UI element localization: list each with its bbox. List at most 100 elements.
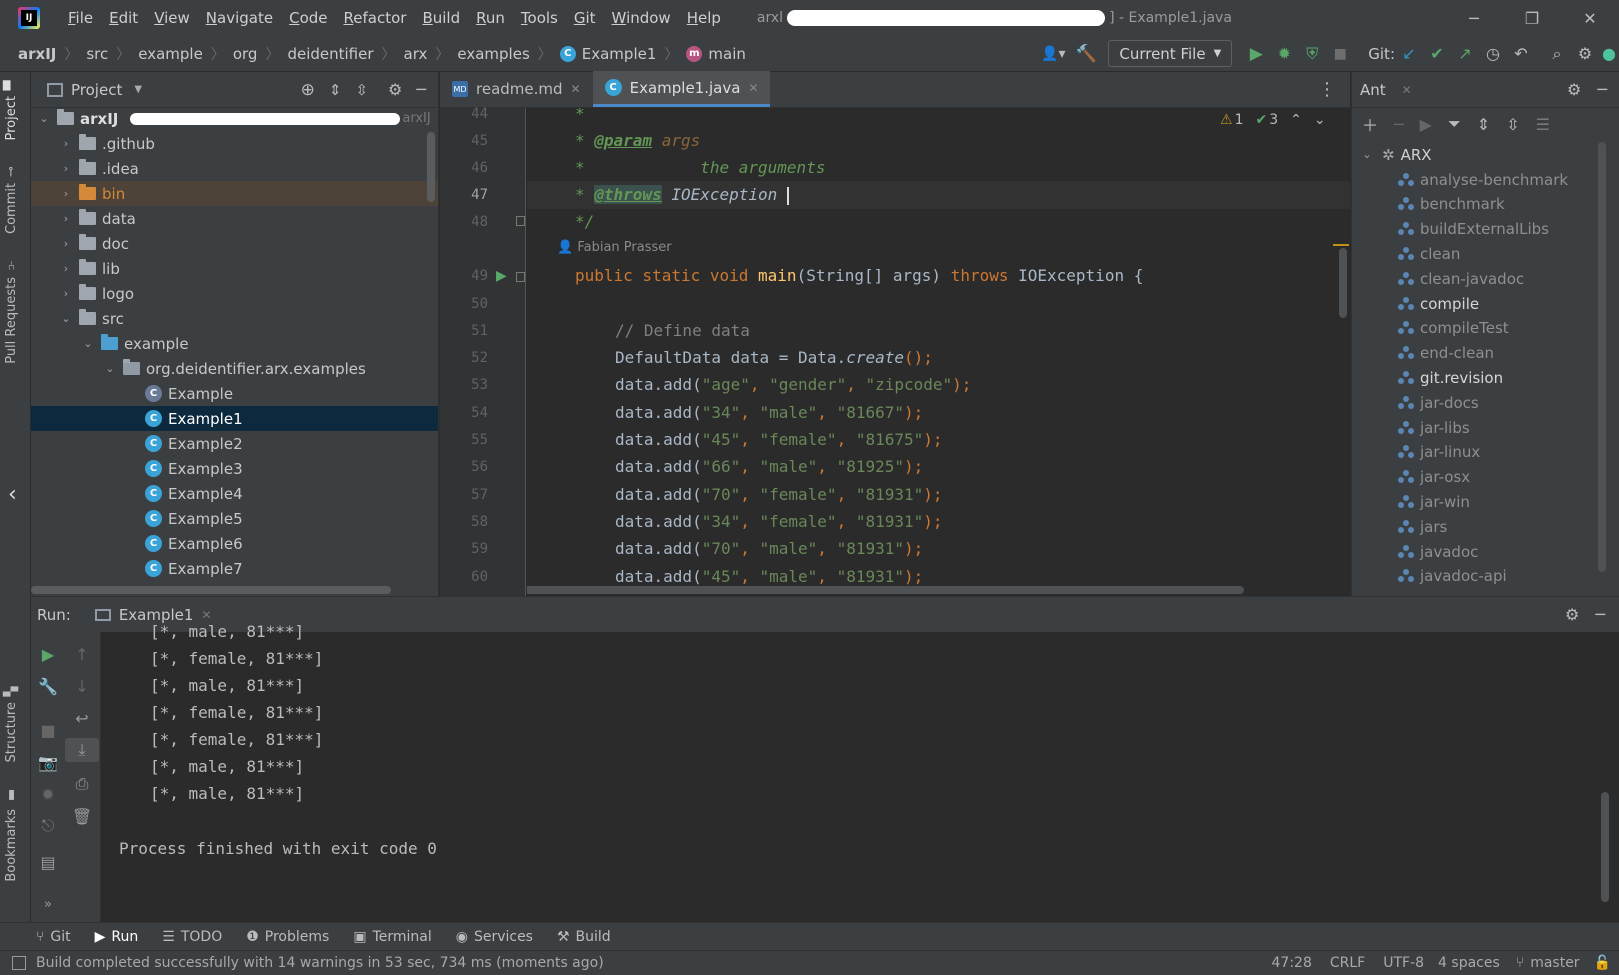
more-options-icon[interactable]: ⋮: [1318, 71, 1350, 107]
vertical-scrollbar[interactable]: [1598, 142, 1606, 572]
rollback-icon[interactable]: ↶: [1507, 40, 1535, 68]
print-icon[interactable]: ⎙: [65, 772, 99, 796]
arrow-up-icon[interactable]: ↑: [65, 642, 99, 666]
tool-tab-todo[interactable]: ☰ TODO: [162, 929, 222, 945]
menu-tools[interactable]: Tools: [513, 0, 566, 36]
breadcrumb-method[interactable]: main: [708, 45, 745, 63]
add-icon[interactable]: ＋: [1362, 112, 1378, 136]
tree-item-example[interactable]: ⌄ example: [31, 331, 438, 356]
tab-pull-requests-side[interactable]: Pull Requests ⑂: [4, 258, 19, 364]
settings-gear-icon[interactable]: ⚙: [1571, 40, 1599, 68]
settings-bug-icon[interactable]: ✹: [31, 782, 65, 806]
restore-button[interactable]: ❐: [1503, 0, 1561, 36]
tab-bookmarks-side[interactable]: Bookmarks ▮: [4, 788, 19, 882]
warning-stripe-marker[interactable]: [1333, 244, 1349, 246]
ant-target-item[interactable]: jar-linux: [1352, 440, 1619, 465]
trash-icon[interactable]: 🗑: [65, 804, 99, 828]
tree-item-logo[interactable]: › logo: [31, 281, 438, 306]
ant-target-item[interactable]: benchmark: [1352, 192, 1619, 217]
properties-icon[interactable]: ☰: [1536, 115, 1550, 134]
ant-target-item[interactable]: javadoc-api: [1352, 564, 1619, 589]
close-icon[interactable]: ✕: [1402, 83, 1412, 97]
wrench-icon[interactable]: 🔧: [31, 674, 65, 698]
ant-target-item[interactable]: jar-docs: [1352, 390, 1619, 415]
hide-panel-icon[interactable]: ─: [1595, 605, 1605, 624]
close-icon[interactable]: ✕: [201, 608, 211, 622]
tool-tab-terminal[interactable]: ▣ Terminal: [353, 929, 431, 945]
chevron-down-icon[interactable]: ▼: [134, 84, 142, 95]
menu-build[interactable]: Build: [414, 0, 468, 36]
tool-tab-build[interactable]: ⚒ Build: [557, 929, 611, 945]
code-author-hint[interactable]: 👤 Fabian Prasser: [557, 240, 672, 255]
tool-tab-services[interactable]: ◉ Services: [456, 929, 533, 945]
tree-item-github[interactable]: › .github: [31, 131, 438, 156]
collapse-all-icon[interactable]: ⇳: [1506, 115, 1519, 134]
breadcrumb-org[interactable]: org: [233, 45, 258, 63]
git-branch[interactable]: master: [1530, 955, 1579, 971]
git-update-icon[interactable]: ↙: [1395, 40, 1423, 68]
menu-git[interactable]: Git: [566, 0, 604, 36]
indent-setting[interactable]: 4 spaces: [1438, 955, 1500, 971]
close-icon[interactable]: ✕: [748, 81, 758, 95]
tree-item-class[interactable]: C Example6: [31, 531, 438, 556]
ant-target-item[interactable]: jars: [1352, 514, 1619, 539]
arrow-down-icon[interactable]: ↓: [65, 674, 99, 698]
history-icon[interactable]: ◷: [1479, 40, 1507, 68]
breadcrumb-class[interactable]: Example1: [582, 45, 657, 63]
ant-target-item[interactable]: analyse-benchmark: [1352, 167, 1619, 192]
tree-item-class[interactable]: C Example4: [31, 481, 438, 506]
run-gutter-icon[interactable]: ▶: [496, 268, 507, 284]
ant-root[interactable]: ⌄ ✲ ARX: [1352, 142, 1619, 167]
breadcrumb-examples[interactable]: examples: [457, 45, 529, 63]
ant-target-item[interactable]: compileTest: [1352, 316, 1619, 341]
ant-panel-title[interactable]: Ant: [1360, 81, 1386, 99]
ant-target-item[interactable]: jar-osx: [1352, 465, 1619, 490]
file-encoding[interactable]: UTF-8: [1383, 955, 1424, 971]
tree-item-class[interactable]: C Example: [31, 381, 438, 406]
fold-marker-icon[interactable]: [516, 272, 525, 282]
remove-icon[interactable]: ─: [1394, 115, 1404, 134]
locate-target-icon[interactable]: ⊕: [301, 80, 315, 100]
user-icon[interactable]: 👤▾: [1034, 40, 1072, 68]
rerun-icon[interactable]: ▶: [31, 642, 65, 666]
tree-item-class[interactable]: C Example2: [31, 431, 438, 456]
ant-target-item[interactable]: jar-win: [1352, 489, 1619, 514]
tree-item-src[interactable]: ⌄ src: [31, 306, 438, 331]
exit-icon[interactable]: ⎋: [31, 814, 65, 838]
more-chevron-icon[interactable]: »: [31, 892, 65, 916]
build-hammer-icon[interactable]: 🔨: [1072, 40, 1100, 68]
inspection-widget[interactable]: ⚠ 1 ✔ 3 ⌃ ⌄: [1220, 112, 1326, 128]
settings-gear-icon[interactable]: ⚙: [388, 80, 402, 99]
line-separator[interactable]: CRLF: [1330, 955, 1365, 971]
tree-item-class-selected[interactable]: C Example1: [31, 406, 438, 431]
ant-target-item[interactable]: buildExternalLibs: [1352, 217, 1619, 242]
git-commit-icon[interactable]: ✔: [1423, 40, 1451, 68]
close-window-button[interactable]: ✕: [1561, 0, 1619, 36]
breadcrumb-arx[interactable]: arx: [404, 45, 428, 63]
tree-item-idea[interactable]: › .idea: [31, 156, 438, 181]
ant-target-item[interactable]: clean-javadoc: [1352, 266, 1619, 291]
tree-root-arxij[interactable]: ⌄ arxIJ arxIJ: [31, 106, 438, 131]
tab-structure-side[interactable]: Structure ▚: [4, 686, 19, 762]
breadcrumb-src[interactable]: src: [86, 45, 108, 63]
scroll-to-end-icon[interactable]: ⤓: [65, 738, 99, 762]
status-message[interactable]: Build completed successfully with 14 war…: [36, 955, 604, 971]
close-icon[interactable]: ✕: [571, 82, 581, 96]
ant-target-item[interactable]: end-clean: [1352, 341, 1619, 366]
expand-all-icon[interactable]: ⇕: [329, 81, 342, 99]
tab-project-side[interactable]: Project ▀: [4, 80, 19, 140]
horizontal-scrollbar[interactable]: [527, 586, 1244, 594]
menu-code[interactable]: Code: [281, 0, 335, 36]
vertical-scrollbar[interactable]: [1339, 248, 1347, 318]
expand-all-icon[interactable]: ⇕: [1477, 115, 1490, 134]
menu-edit[interactable]: Edit: [101, 0, 146, 36]
ant-target-item[interactable]: jar-libs: [1352, 415, 1619, 440]
console-output[interactable]: [*, male, 81***] [*, female, 81***] [*, …: [101, 622, 1619, 922]
git-push-icon[interactable]: ↗: [1451, 40, 1479, 68]
ant-target-item[interactable]: javadoc: [1352, 539, 1619, 564]
breadcrumb-example[interactable]: example: [138, 45, 203, 63]
hide-panel-icon[interactable]: ─: [416, 80, 426, 99]
menu-help[interactable]: Help: [679, 0, 729, 36]
menu-view[interactable]: View: [146, 0, 198, 36]
menu-window[interactable]: Window: [604, 0, 679, 36]
